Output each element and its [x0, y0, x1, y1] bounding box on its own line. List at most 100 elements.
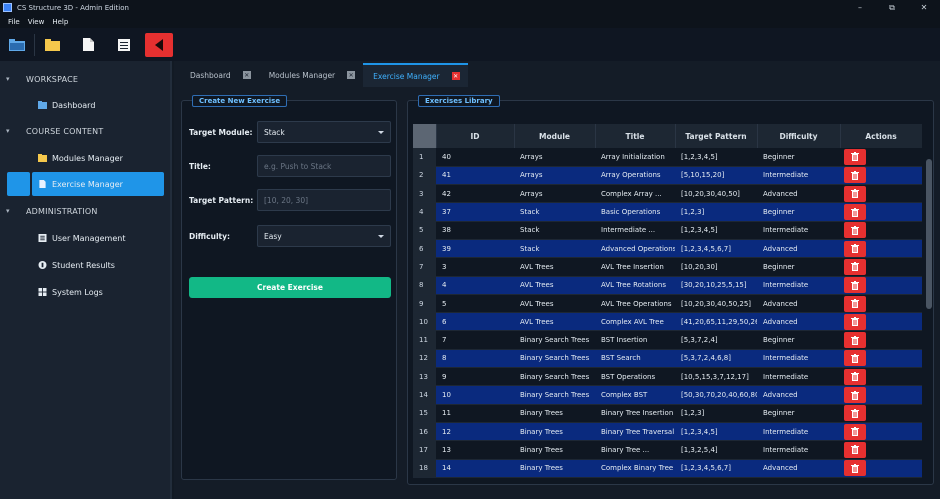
column-header-difficulty[interactable]: Difficulty — [757, 124, 841, 148]
target-pattern-row: Target Pattern: — [189, 189, 391, 211]
table-row[interactable]: 13 9 Binary Search Trees BST Operations [10,… — [413, 367, 922, 387]
cell-difficulty: Beginner — [757, 257, 840, 277]
cell-difficulty: Intermediate — [757, 276, 840, 295]
delete-button[interactable] — [844, 277, 866, 294]
delete-button[interactable] — [844, 185, 866, 202]
cell-difficulty: Intermediate — [757, 166, 840, 186]
delete-button[interactable] — [844, 148, 866, 165]
table-row[interactable]: 14 10 Binary Search Trees Complex BST [50,30… — [413, 385, 922, 405]
cell-id: 5 — [436, 294, 514, 314]
menu-bar: File View Help — [0, 15, 940, 28]
title-input[interactable] — [264, 161, 384, 171]
sidebar-section-workspace[interactable]: ▾ WORKSPACE — [0, 70, 78, 88]
table-row[interactable]: 15 11 Binary Trees Binary Tree Insertion [1,… — [413, 404, 922, 423]
trash-icon — [851, 244, 859, 254]
file-icon — [39, 180, 46, 188]
maximize-button[interactable]: ⧉ — [876, 0, 908, 15]
table-row[interactable]: 9 5 AVL Trees AVL Tree Operations [10,20,30,… — [413, 294, 922, 314]
tab-modules-manager[interactable]: Modules Manager ✕ — [259, 63, 363, 87]
cell-target-pattern: [1,2,3] — [675, 404, 757, 423]
user-card-icon — [38, 234, 47, 242]
delete-button[interactable] — [844, 368, 866, 385]
delete-button[interactable] — [844, 240, 866, 257]
menu-view[interactable]: View — [28, 18, 45, 26]
sidebar-item-user-management[interactable]: User Management — [38, 227, 125, 249]
table-row[interactable]: 16 12 Binary Trees Binary Tree Traversal [1,… — [413, 422, 922, 442]
delete-button[interactable] — [844, 222, 866, 239]
table-row[interactable]: 11 7 Binary Search Trees BST Insertion [5,3,… — [413, 330, 922, 350]
delete-button[interactable] — [844, 405, 866, 422]
sidebar-item-modules-manager[interactable]: Modules Manager — [38, 147, 123, 169]
table-row[interactable]: 1 40 Arrays Array Initialization [1,2,3,4,5]… — [413, 148, 922, 167]
toolbar-back-button[interactable] — [145, 32, 173, 57]
tab-exercise-manager[interactable]: Exercise Manager ✕ — [363, 63, 468, 87]
trash-icon — [851, 189, 859, 199]
sidebar-item-student-results[interactable]: Student Results — [38, 254, 115, 276]
cell-target-pattern: [10,5,15,3,7,12,17] — [675, 367, 757, 387]
cell-actions — [840, 148, 922, 167]
delete-button[interactable] — [844, 167, 866, 184]
chevron-down-icon: ▾ — [6, 127, 10, 135]
table-row[interactable]: 10 6 AVL Trees Complex AVL Tree [41,20,65,11… — [413, 312, 922, 332]
toolbar-new-file-button[interactable] — [77, 34, 99, 56]
cell-title: Basic Operations — [595, 202, 675, 222]
delete-button[interactable] — [844, 350, 866, 367]
table-row[interactable]: 8 4 AVL Trees AVL Tree Rotations [30,20,10,2… — [413, 276, 922, 295]
table-row[interactable]: 2 41 Arrays Array Operations [5,10,15,20] Int… — [413, 166, 922, 186]
column-header-title[interactable]: Title — [595, 124, 676, 148]
menu-file[interactable]: File — [8, 18, 20, 26]
toolbar-list-button[interactable] — [113, 34, 135, 56]
target-module-select[interactable]: Stack — [257, 121, 391, 143]
table-row[interactable]: 6 39 Stack Advanced Operations [1,2,3,4,5,6,… — [413, 239, 922, 259]
delete-button[interactable] — [844, 295, 866, 312]
sidebar-item-system-logs[interactable]: System Logs — [38, 281, 103, 303]
cell-actions — [840, 385, 922, 405]
corner-cell[interactable] — [413, 124, 437, 148]
toolbar-folder-button[interactable] — [41, 34, 63, 56]
cell-actions — [840, 349, 922, 369]
table-row[interactable]: 12 8 Binary Search Trees BST Search [5,3,7,2… — [413, 349, 922, 369]
column-header-id[interactable]: ID — [436, 124, 515, 148]
table-row[interactable]: 18 14 Binary Trees Complex Binary Tree [1,2,… — [413, 459, 922, 478]
sidebar-section-course-content[interactable]: ▾ COURSE CONTENT — [0, 122, 103, 140]
column-header-actions[interactable]: Actions — [840, 124, 922, 148]
trash-icon — [851, 335, 859, 345]
delete-button[interactable] — [844, 441, 866, 458]
close-window-button[interactable]: ✕ — [908, 0, 940, 15]
minimize-button[interactable]: – — [844, 0, 876, 15]
toolbar-open-folder-button[interactable] — [6, 34, 28, 56]
tab-close-icon[interactable]: ✕ — [242, 71, 251, 79]
table-row[interactable]: 7 3 AVL Trees AVL Tree Insertion [10,20,30] B… — [413, 257, 922, 277]
delete-button[interactable] — [844, 387, 866, 403]
target-pattern-input[interactable] — [264, 195, 384, 205]
tab-close-icon[interactable]: ✕ — [347, 71, 356, 79]
create-exercise-button[interactable]: Create Exercise — [189, 277, 391, 298]
column-header-target-pattern[interactable]: Target Pattern — [675, 124, 758, 148]
cell-module: Stack — [514, 221, 595, 240]
delete-button[interactable] — [844, 313, 866, 330]
tab-dashboard[interactable]: Dashboard ✕ — [180, 63, 259, 87]
table-row[interactable]: 3 42 Arrays Complex Array ... [10,20,30,40,5… — [413, 184, 922, 204]
trash-icon — [851, 225, 859, 235]
delete-button[interactable] — [844, 423, 866, 440]
sidebar-item-dashboard[interactable]: Dashboard — [38, 94, 95, 116]
difficulty-select[interactable]: Easy — [257, 225, 391, 247]
column-header-module[interactable]: Module — [514, 124, 596, 148]
table-row[interactable]: 4 37 Stack Basic Operations [1,2,3] Beginner — [413, 202, 922, 222]
delete-button[interactable] — [844, 258, 866, 275]
cell-actions — [840, 440, 922, 460]
menu-help[interactable]: Help — [52, 18, 68, 26]
delete-button[interactable] — [844, 204, 866, 221]
trash-icon — [851, 262, 859, 272]
cell-title: BST Search — [595, 349, 675, 369]
select-value: Easy — [264, 231, 282, 241]
delete-button[interactable] — [844, 332, 866, 349]
sidebar-item-exercise-manager[interactable]: Exercise Manager — [32, 172, 164, 196]
sidebar-section-administration[interactable]: ▾ ADMINISTRATION — [0, 202, 98, 220]
table-scrollbar[interactable] — [926, 159, 932, 309]
tab-close-icon[interactable]: ✕ — [451, 72, 460, 80]
target-module-row: Target Module: Stack — [189, 121, 391, 143]
table-row[interactable]: 17 13 Binary Trees Binary Tree ... [1,3,2,5,… — [413, 440, 922, 460]
table-row[interactable]: 5 38 Stack Intermediate ... [1,2,3,4,5] Inter… — [413, 221, 922, 240]
delete-button[interactable] — [844, 460, 866, 477]
